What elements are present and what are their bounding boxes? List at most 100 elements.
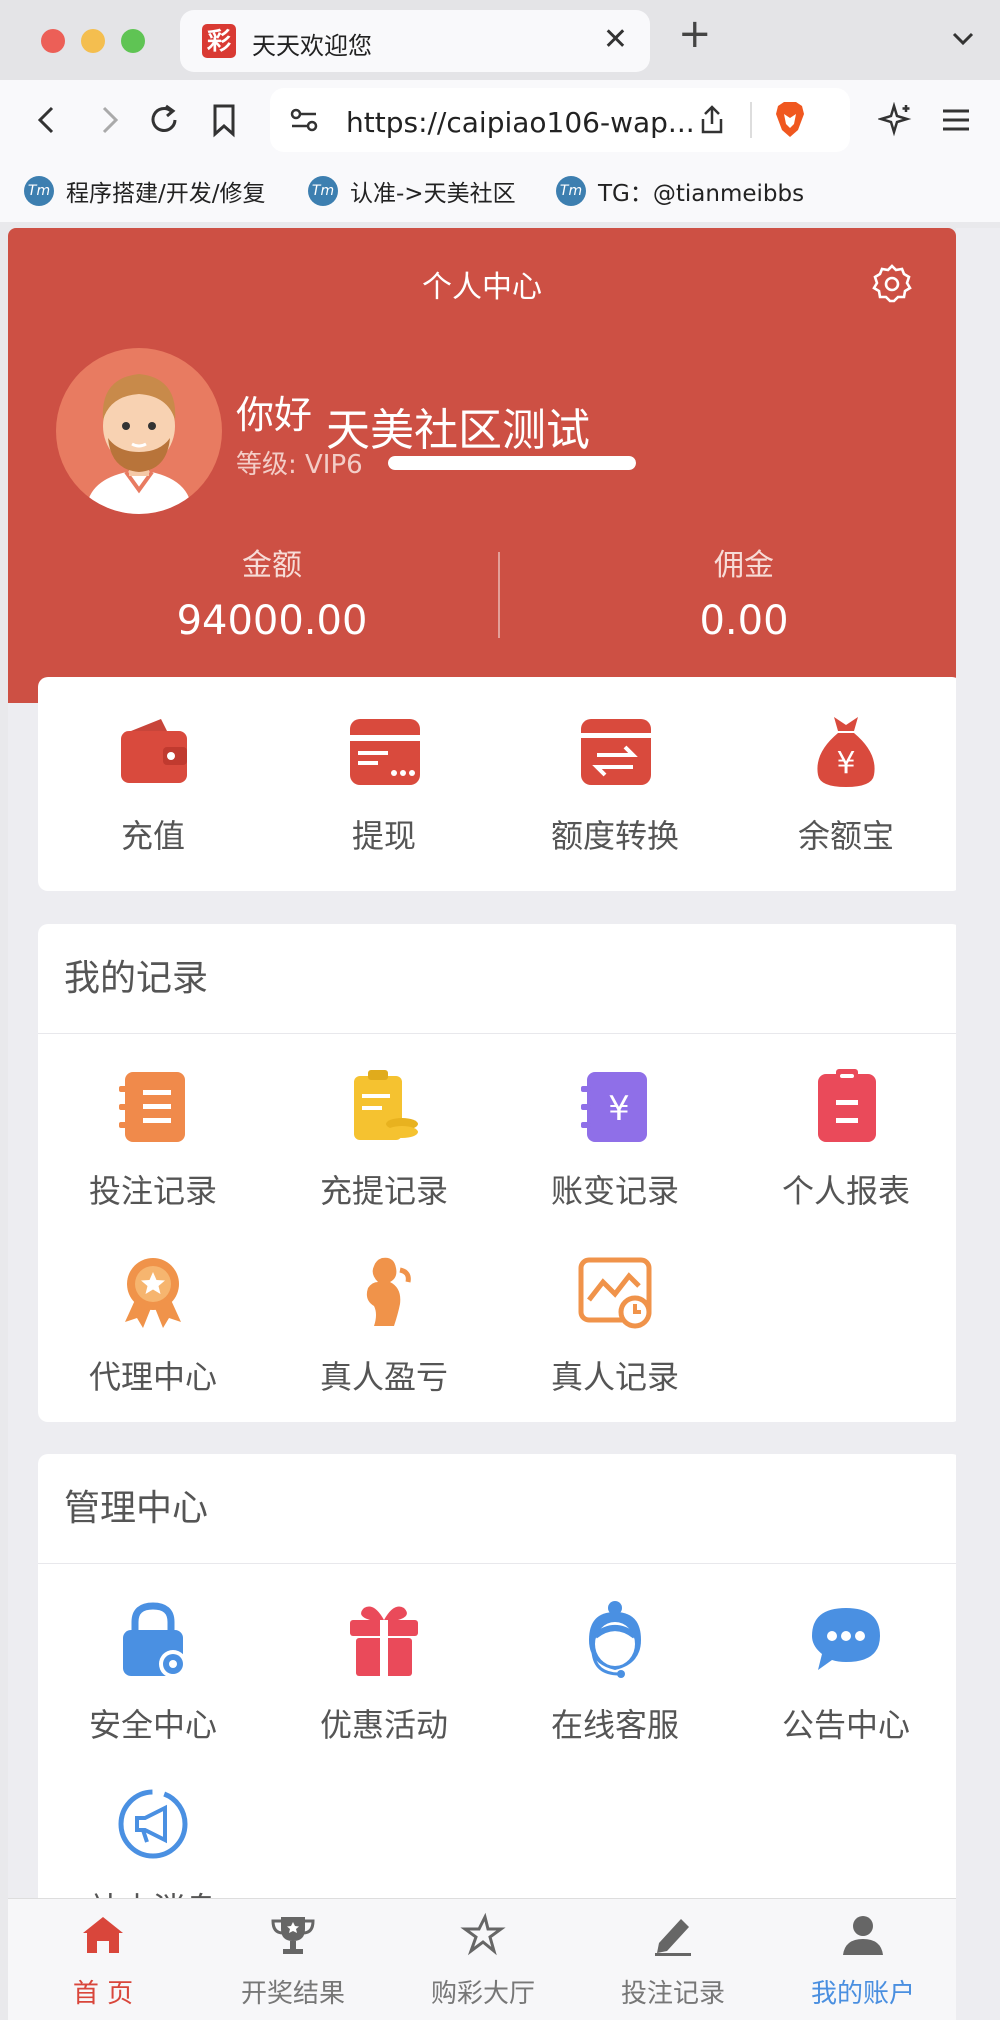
web-page: 个人中心 你好 天美社区测试 等级: VIP6 金额 94000.00 佣金 0… (8, 228, 956, 2020)
account-change-button[interactable]: ¥ 账变记录 (500, 1066, 730, 1212)
settings-gear-icon[interactable] (870, 262, 914, 306)
new-tab-button[interactable]: + (678, 14, 712, 54)
bet-record-label: 投注记录 (88, 1172, 217, 1210)
commission-label: 佣金 (714, 548, 774, 583)
deposit-record-button[interactable]: 充提记录 (269, 1066, 499, 1212)
bookmark-label: 程序搭建/开发/修复 (66, 181, 266, 207)
nav-results-label: 开奖结果 (240, 1979, 345, 2009)
bookmark-icon[interactable] (206, 102, 242, 138)
site-settings-icon[interactable] (288, 104, 320, 136)
wallet-icon (121, 719, 187, 783)
quick-actions-card: 充值 提现 额度转换 ¥ 余额宝 (38, 677, 956, 891)
page-scroll-gutter (956, 228, 1000, 2020)
recharge-label: 充值 (120, 817, 185, 855)
user-icon (843, 1916, 883, 1955)
report-icon (818, 1069, 876, 1142)
customer-service-button[interactable]: 在线客服 (500, 1600, 730, 1746)
balance-value: 94000.00 (176, 598, 368, 644)
tab-close-icon[interactable]: ✕ (603, 22, 628, 57)
agent-medal-icon (125, 1258, 181, 1328)
nav-lottery-hall[interactable]: 购彩大厅 (388, 1911, 578, 2010)
share-icon[interactable] (696, 104, 728, 136)
chat-bubble-icon (812, 1608, 880, 1670)
deposit-record-label: 充提记录 (319, 1172, 448, 1210)
site-favicon-icon: 彩 (202, 24, 236, 58)
home-icon (83, 1917, 123, 1953)
nav-my-account[interactable]: 我的账户 (768, 1911, 956, 2010)
withdraw-button[interactable]: 提现 (269, 711, 499, 857)
account-change-icon: ¥ (581, 1072, 647, 1142)
customer-service-icon (589, 1601, 641, 1678)
ai-sparkle-icon[interactable] (878, 102, 914, 138)
management-card: 管理中心 安全中心 优惠活动 在线客服 公告中心 (38, 1454, 956, 1928)
window-zoom-button[interactable] (121, 29, 145, 53)
nav-bet-record-label: 投注记录 (620, 1979, 725, 2009)
bookmark-label: 认准->天美社区 (350, 181, 516, 207)
security-center-button[interactable]: 安全中心 (38, 1600, 268, 1746)
brave-shield-icon[interactable] (772, 100, 808, 140)
nav-lottery-hall-label: 购彩大厅 (430, 1979, 535, 2009)
star-icon (460, 1912, 506, 1956)
avatar[interactable] (56, 348, 222, 514)
card-icon (350, 719, 420, 785)
bookmark-item[interactable]: Tm 认准->天美社区 (308, 174, 516, 208)
transfer-button[interactable]: 额度转换 (500, 711, 730, 857)
nav-bet-record[interactable]: 投注记录 (578, 1911, 768, 2010)
yuebao-button[interactable]: ¥ 余额宝 (731, 711, 956, 857)
bookmark-item[interactable]: Tm TG：@tianmeibbs (556, 174, 804, 208)
report-button[interactable]: 个人报表 (731, 1066, 956, 1212)
security-center-label: 安全中心 (88, 1706, 217, 1744)
bet-record-button[interactable]: 投注记录 (38, 1066, 268, 1212)
nav-results[interactable]: 开奖结果 (198, 1911, 388, 2010)
agent-center-button[interactable]: 代理中心 (38, 1252, 268, 1398)
browser-tab-bar: 彩 天天欢迎您 ✕ + (0, 0, 1000, 80)
live-profit-icon (366, 1257, 411, 1326)
address-bar[interactable]: https://caipiao106-wap... (270, 88, 850, 152)
trophy-icon (271, 1917, 315, 1954)
avatar-illustration-icon (86, 374, 192, 514)
level-progress-bar (388, 456, 636, 470)
bookmark-favicon-icon: Tm (308, 176, 338, 206)
svg-text:¥: ¥ (836, 746, 855, 781)
live-record-icon (578, 1257, 652, 1329)
live-record-button[interactable]: 真人记录 (500, 1252, 730, 1398)
bookmark-favicon-icon: Tm (556, 176, 586, 206)
vip-level: 等级: VIP6 (236, 450, 363, 480)
bookmarks-bar: Tm 程序搭建/开发/修复 Tm 认准->天美社区 Tm TG：@tianmei… (0, 160, 1000, 222)
announcement-button[interactable]: 公告中心 (731, 1600, 956, 1746)
window-minimize-button[interactable] (81, 29, 105, 53)
records-card: 我的记录 投注记录 充提记录 ¥ 账变记录 个人报表 代理中心 真人盈亏 真人记… (38, 924, 956, 1422)
balance-divider (498, 552, 500, 638)
security-lock-icon (123, 1602, 187, 1678)
customer-service-label: 在线客服 (550, 1706, 679, 1744)
tab-title: 天天欢迎您 (252, 32, 372, 60)
live-record-label: 真人记录 (550, 1358, 679, 1396)
profile-header: 个人中心 你好 天美社区测试 等级: VIP6 金额 94000.00 佣金 0… (8, 228, 956, 703)
bet-record-icon (119, 1072, 185, 1142)
edit-icon (655, 1919, 691, 1956)
nav-my-account-label: 我的账户 (810, 1979, 915, 2009)
management-title: 管理中心 (38, 1454, 956, 1564)
announcement-label: 公告中心 (781, 1706, 910, 1744)
transfer-icon (581, 719, 651, 785)
back-arrow-icon[interactable] (30, 102, 66, 138)
nav-home[interactable]: 首 页 (8, 1911, 198, 2010)
menu-hamburger-icon[interactable] (938, 102, 974, 138)
recharge-button[interactable]: 充值 (38, 711, 268, 857)
greeting-text: 你好 (236, 393, 313, 437)
url-text[interactable]: https://caipiao106-wap... (346, 106, 695, 139)
account-change-label: 账变记录 (550, 1172, 679, 1210)
bookmark-favicon-icon: Tm (24, 176, 54, 206)
browser-tab[interactable]: 彩 天天欢迎您 ✕ (180, 10, 650, 72)
live-profit-button[interactable]: 真人盈亏 (269, 1252, 499, 1398)
tab-list-chevron-icon[interactable] (950, 26, 976, 52)
promotions-button[interactable]: 优惠活动 (269, 1600, 499, 1746)
reload-icon[interactable] (146, 102, 182, 138)
records-title: 我的记录 (38, 924, 956, 1034)
forward-arrow-icon[interactable] (90, 102, 126, 138)
window-close-button[interactable] (41, 29, 65, 53)
withdraw-label: 提现 (351, 817, 416, 855)
bookmark-item[interactable]: Tm 程序搭建/开发/修复 (24, 174, 266, 208)
bookmark-label: TG：@tianmeibbs (598, 181, 805, 207)
megaphone-icon (118, 1789, 188, 1859)
